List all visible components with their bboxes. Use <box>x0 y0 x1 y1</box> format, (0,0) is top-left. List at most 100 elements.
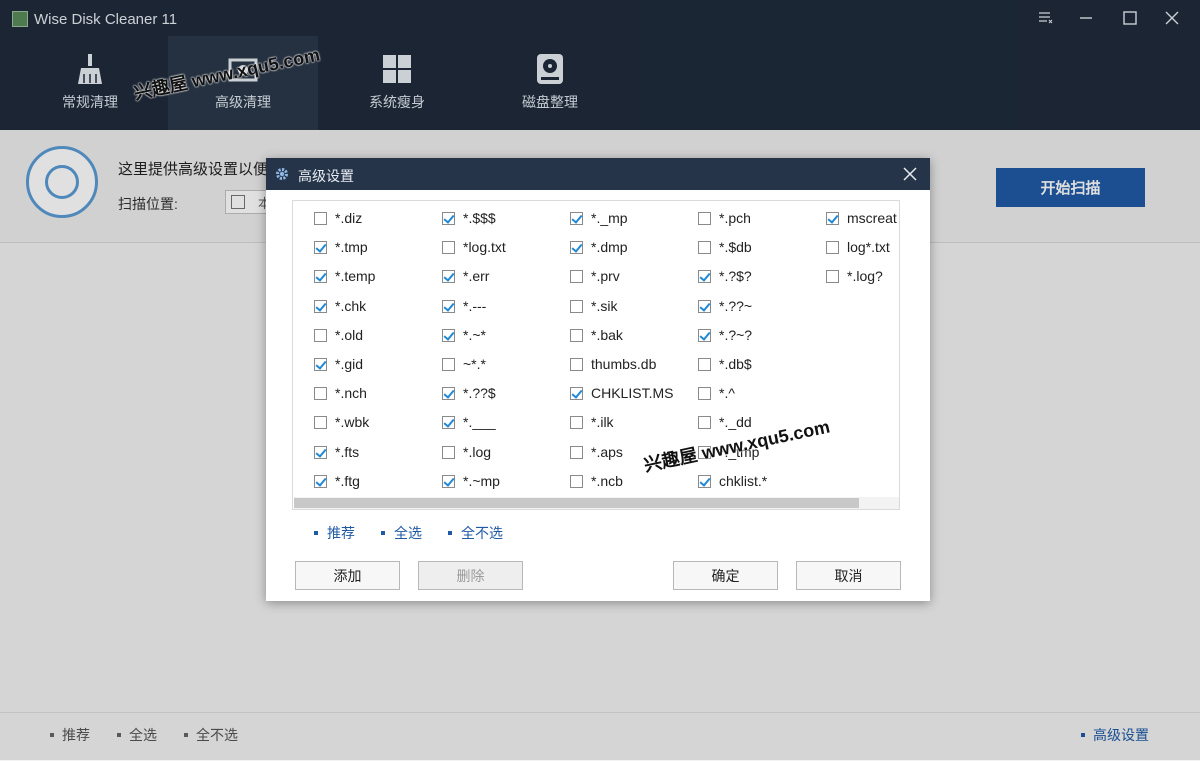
checkbox-checked[interactable] <box>314 445 327 459</box>
extension-checkbox-item[interactable]: *.temp <box>314 266 375 286</box>
checkbox-checked[interactable] <box>826 211 839 225</box>
extension-checkbox-item[interactable]: *.sik <box>570 296 617 316</box>
extension-checkbox-item[interactable]: *.pch <box>698 208 751 228</box>
extension-checkbox-item[interactable]: *.ftg <box>314 471 360 491</box>
checkbox-unchecked[interactable] <box>570 415 583 429</box>
checkbox-unchecked[interactable] <box>442 357 455 371</box>
extension-checkbox-item[interactable]: *.?$? <box>698 266 752 286</box>
checkbox-checked[interactable] <box>314 269 327 283</box>
extension-checkbox-item[interactable]: *.db$ <box>698 354 752 374</box>
checkbox-checked[interactable] <box>442 474 455 488</box>
extension-label: *.wbk <box>335 414 370 430</box>
extension-checkbox-item[interactable]: *.ncb <box>570 471 623 491</box>
extension-checkbox-item[interactable]: *.tmp <box>314 237 368 257</box>
extension-checkbox-item[interactable]: *log.txt <box>442 237 506 257</box>
extension-checkbox-item[interactable]: *.~* <box>442 325 486 345</box>
checkbox-unchecked[interactable] <box>826 240 839 254</box>
checkbox-checked[interactable] <box>442 386 455 400</box>
checkbox-checked[interactable] <box>570 211 583 225</box>
checkbox-unchecked[interactable] <box>698 211 711 225</box>
checkbox-checked[interactable] <box>570 386 583 400</box>
checkbox-checked[interactable] <box>698 328 711 342</box>
checkbox-unchecked[interactable] <box>570 357 583 371</box>
extension-checkbox-item[interactable]: *.?~? <box>698 325 752 345</box>
extension-checkbox-item[interactable]: *.wbk <box>314 412 369 432</box>
checkbox-unchecked[interactable] <box>442 240 455 254</box>
checkbox-unchecked[interactable] <box>314 328 327 342</box>
dialog-recommend-link[interactable]: 推荐 <box>314 523 355 543</box>
checkbox-unchecked[interactable] <box>314 386 327 400</box>
extension-checkbox-item[interactable]: *.^ <box>698 383 735 403</box>
extension-checkbox-item[interactable]: *.ilk <box>570 412 614 432</box>
checkbox-unchecked[interactable] <box>570 299 583 313</box>
checkbox-checked[interactable] <box>314 474 327 488</box>
checkbox-checked[interactable] <box>698 269 711 283</box>
dialog-close-icon[interactable] <box>896 160 924 188</box>
dialog-select-all-link[interactable]: 全选 <box>381 523 422 543</box>
extension-checkbox-item[interactable]: ~*.* <box>442 354 486 374</box>
extension-checkbox-item[interactable]: *.aps <box>570 442 623 462</box>
extension-label: *.prv <box>591 268 620 284</box>
extension-checkbox-item[interactable]: *.~mp <box>442 471 500 491</box>
extension-checkbox-item[interactable]: thumbs.db <box>570 354 656 374</box>
extension-checkbox-item[interactable]: *.--- <box>442 296 486 316</box>
extension-label: *.~mp <box>463 473 500 489</box>
extension-checkbox-item[interactable]: mscreat <box>826 208 897 228</box>
checkbox-checked[interactable] <box>314 240 327 254</box>
checkbox-unchecked[interactable] <box>442 445 455 459</box>
extension-checkbox-item[interactable]: *._dd <box>698 412 752 432</box>
delete-button[interactable]: 删除 <box>418 561 523 590</box>
extension-checkbox-item[interactable]: CHKLIST.MS <box>570 383 673 403</box>
extension-checkbox-item[interactable]: *.$db <box>698 237 752 257</box>
extension-checkbox-item[interactable]: *.old <box>314 325 363 345</box>
checkbox-checked[interactable] <box>570 240 583 254</box>
add-button[interactable]: 添加 <box>295 561 400 590</box>
checkbox-unchecked[interactable] <box>698 386 711 400</box>
extension-checkbox-item[interactable]: *.___ <box>442 412 496 432</box>
extension-checkbox-item[interactable]: *.gid <box>314 354 363 374</box>
extension-checkbox-item[interactable]: *.$$$ <box>442 208 496 228</box>
checkbox-checked[interactable] <box>314 299 327 313</box>
dialog-select-none-link[interactable]: 全不选 <box>448 523 503 543</box>
checkbox-checked[interactable] <box>698 299 711 313</box>
extension-checkbox-item[interactable]: *.diz <box>314 208 362 228</box>
checkbox-checked[interactable] <box>442 328 455 342</box>
checkbox-unchecked[interactable] <box>826 269 839 283</box>
extension-checkbox-item[interactable]: *.fts <box>314 442 359 462</box>
extension-checkbox-item[interactable]: *.chk <box>314 296 366 316</box>
extension-checkbox-item[interactable]: *.??$ <box>442 383 496 403</box>
checkbox-checked[interactable] <box>442 269 455 283</box>
ok-button[interactable]: 确定 <box>673 561 778 590</box>
checkbox-unchecked[interactable] <box>570 269 583 283</box>
extension-checkbox-item[interactable]: *.??~ <box>698 296 752 316</box>
extension-checkbox-item[interactable]: *.nch <box>314 383 367 403</box>
extension-checkbox-item[interactable]: *.err <box>442 266 489 286</box>
checkbox-unchecked[interactable] <box>570 474 583 488</box>
checkbox-unchecked[interactable] <box>698 357 711 371</box>
checkbox-checked[interactable] <box>698 474 711 488</box>
extension-label: thumbs.db <box>591 356 657 372</box>
checkbox-unchecked[interactable] <box>314 415 327 429</box>
checkbox-unchecked[interactable] <box>698 415 711 429</box>
scrollbar-thumb[interactable] <box>294 498 859 508</box>
checkbox-checked[interactable] <box>442 299 455 313</box>
extension-checkbox-item[interactable]: *.log? <box>826 266 883 286</box>
extension-label: *.tmp <box>335 239 368 255</box>
checkbox-unchecked[interactable] <box>570 445 583 459</box>
extension-checkbox-item[interactable]: *.prv <box>570 266 620 286</box>
checkbox-checked[interactable] <box>442 415 455 429</box>
checkbox-checked[interactable] <box>314 357 327 371</box>
checkbox-checked[interactable] <box>442 211 455 225</box>
extension-checkbox-item[interactable]: *._mp <box>570 208 628 228</box>
checkbox-unchecked[interactable] <box>314 211 327 225</box>
extension-checkbox-item[interactable]: *.log <box>442 442 491 462</box>
checkbox-unchecked[interactable] <box>570 328 583 342</box>
checkbox-unchecked[interactable] <box>698 240 711 254</box>
horizontal-scrollbar[interactable] <box>294 497 899 509</box>
extension-checkbox-item[interactable]: chklist.* <box>698 471 767 491</box>
cancel-button[interactable]: 取消 <box>796 561 901 590</box>
extension-checkbox-item[interactable]: *.dmp <box>570 237 628 257</box>
extension-label: *.$db <box>719 239 752 255</box>
extension-checkbox-item[interactable]: *.bak <box>570 325 623 345</box>
extension-checkbox-item[interactable]: log*.txt <box>826 237 890 257</box>
